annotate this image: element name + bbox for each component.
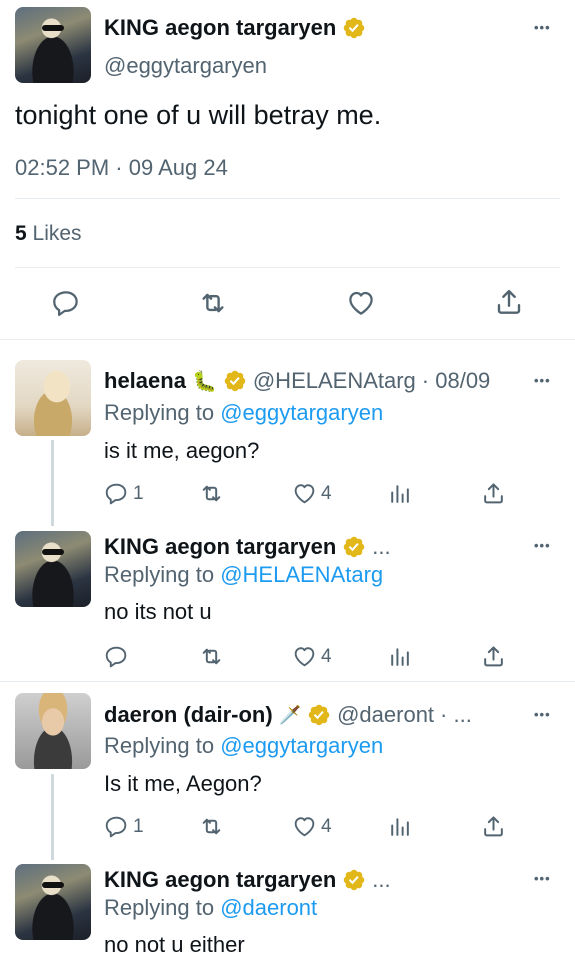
replying-label: Replying to: [104, 733, 215, 758]
views-button[interactable]: [387, 481, 412, 506]
like-button[interactable]: 4: [292, 814, 332, 839]
verified-badge-icon: [307, 703, 331, 727]
reply-button[interactable]: 1: [104, 814, 144, 839]
replying-to-link[interactable]: @eggytargaryen: [220, 733, 383, 758]
reply-icon: [104, 814, 129, 839]
retweet-button[interactable]: [199, 644, 224, 669]
views-icon: [387, 814, 412, 839]
handle-ellipsis: ...: [372, 534, 391, 559]
replying-to-link[interactable]: @HELAENAtarg: [220, 562, 383, 587]
caterpillar-emoji: 🐛: [191, 370, 217, 393]
share-icon: [481, 644, 506, 669]
replying-label: Replying to: [104, 400, 215, 425]
share-button[interactable]: [481, 481, 506, 506]
author-handle[interactable]: @daeront: [337, 702, 434, 728]
author-name[interactable]: daeron (dair-on): [104, 702, 273, 728]
like-count: 4: [321, 645, 332, 667]
retweet-button[interactable]: [199, 481, 224, 506]
avatar[interactable]: [15, 531, 91, 607]
like-icon: [292, 644, 317, 669]
more-options-icon[interactable]: •••: [534, 538, 551, 553]
verified-badge-icon: [342, 16, 366, 40]
author-name[interactable]: KING aegon targaryen: [104, 534, 336, 560]
tweet-text: no not u either: [104, 932, 245, 957]
likes-label: Likes: [32, 222, 82, 245]
verified-badge-icon: [342, 535, 366, 559]
likes-count: 5: [15, 222, 27, 245]
replying-to-link[interactable]: @daeront: [220, 895, 317, 920]
dagger-emoji: 🗡️: [278, 704, 302, 725]
like-icon[interactable]: [346, 288, 376, 318]
share-button[interactable]: [481, 644, 506, 669]
like-icon: [292, 481, 317, 506]
avatar[interactable]: [15, 360, 91, 436]
retweet-button[interactable]: [199, 814, 224, 839]
author-handle[interactable]: @HELAENAtarg: [253, 368, 416, 394]
tweet-text: no its not u: [104, 599, 212, 624]
divider: [0, 339, 575, 340]
author-name[interactable]: helaena: [104, 368, 186, 394]
share-icon[interactable]: [494, 287, 524, 317]
replying-to-link[interactable]: @eggytargaryen: [220, 400, 383, 425]
reply-button[interactable]: 1: [104, 481, 144, 506]
avatar[interactable]: [15, 864, 91, 940]
like-button[interactable]: 4: [292, 481, 332, 506]
verified-badge-icon: [342, 868, 366, 892]
avatar[interactable]: [15, 7, 91, 83]
share-icon: [481, 481, 506, 506]
retweet-icon: [199, 481, 224, 506]
reply-icon[interactable]: [51, 288, 81, 318]
avatar[interactable]: [15, 693, 91, 769]
share-icon: [481, 814, 506, 839]
tweet-text: Is it me, Aegon?: [104, 771, 262, 796]
like-button[interactable]: 4: [292, 644, 332, 669]
tweet-text: tonight one of u will betray me.: [15, 100, 382, 130]
like-count: 4: [321, 815, 332, 837]
more-options-icon[interactable]: •••: [534, 20, 551, 35]
share-button[interactable]: [481, 814, 506, 839]
like-count: 4: [321, 482, 332, 504]
retweet-icon: [199, 814, 224, 839]
reply-icon: [104, 481, 129, 506]
author-handle[interactable]: @eggytargaryen: [104, 53, 267, 79]
divider: [15, 267, 560, 268]
retweet-icon[interactable]: [198, 288, 228, 318]
tweet-date: · ...: [440, 702, 472, 727]
like-icon: [292, 814, 317, 839]
thread-line: [51, 774, 54, 860]
reply-icon: [104, 644, 129, 669]
handle-ellipsis: ...: [372, 867, 391, 892]
replying-label: Replying to: [104, 895, 215, 920]
thread-line: [51, 440, 54, 526]
more-options-icon[interactable]: •••: [534, 373, 551, 388]
tweet-date: · 08/09: [421, 368, 491, 393]
reply-button[interactable]: [104, 644, 129, 669]
author-name[interactable]: KING aegon targaryen: [104, 15, 336, 41]
views-icon: [387, 481, 412, 506]
reply-count: 1: [133, 815, 144, 837]
divider: [15, 198, 560, 199]
more-options-icon[interactable]: •••: [534, 707, 551, 722]
retweet-icon: [199, 644, 224, 669]
views-icon: [387, 644, 412, 669]
divider: [0, 681, 575, 682]
author-name[interactable]: KING aegon targaryen: [104, 867, 336, 893]
reply-count: 1: [133, 482, 144, 504]
views-button[interactable]: [387, 814, 412, 839]
tweet-timestamp: 02:52 PM · 09 Aug 24: [15, 155, 228, 180]
replying-label: Replying to: [104, 562, 215, 587]
views-button[interactable]: [387, 644, 412, 669]
more-options-icon[interactable]: •••: [534, 871, 551, 886]
tweet-text: is it me, aegon?: [104, 438, 260, 463]
likes-count-link[interactable]: 5 Likes: [15, 222, 82, 246]
verified-badge-icon: [223, 369, 247, 393]
